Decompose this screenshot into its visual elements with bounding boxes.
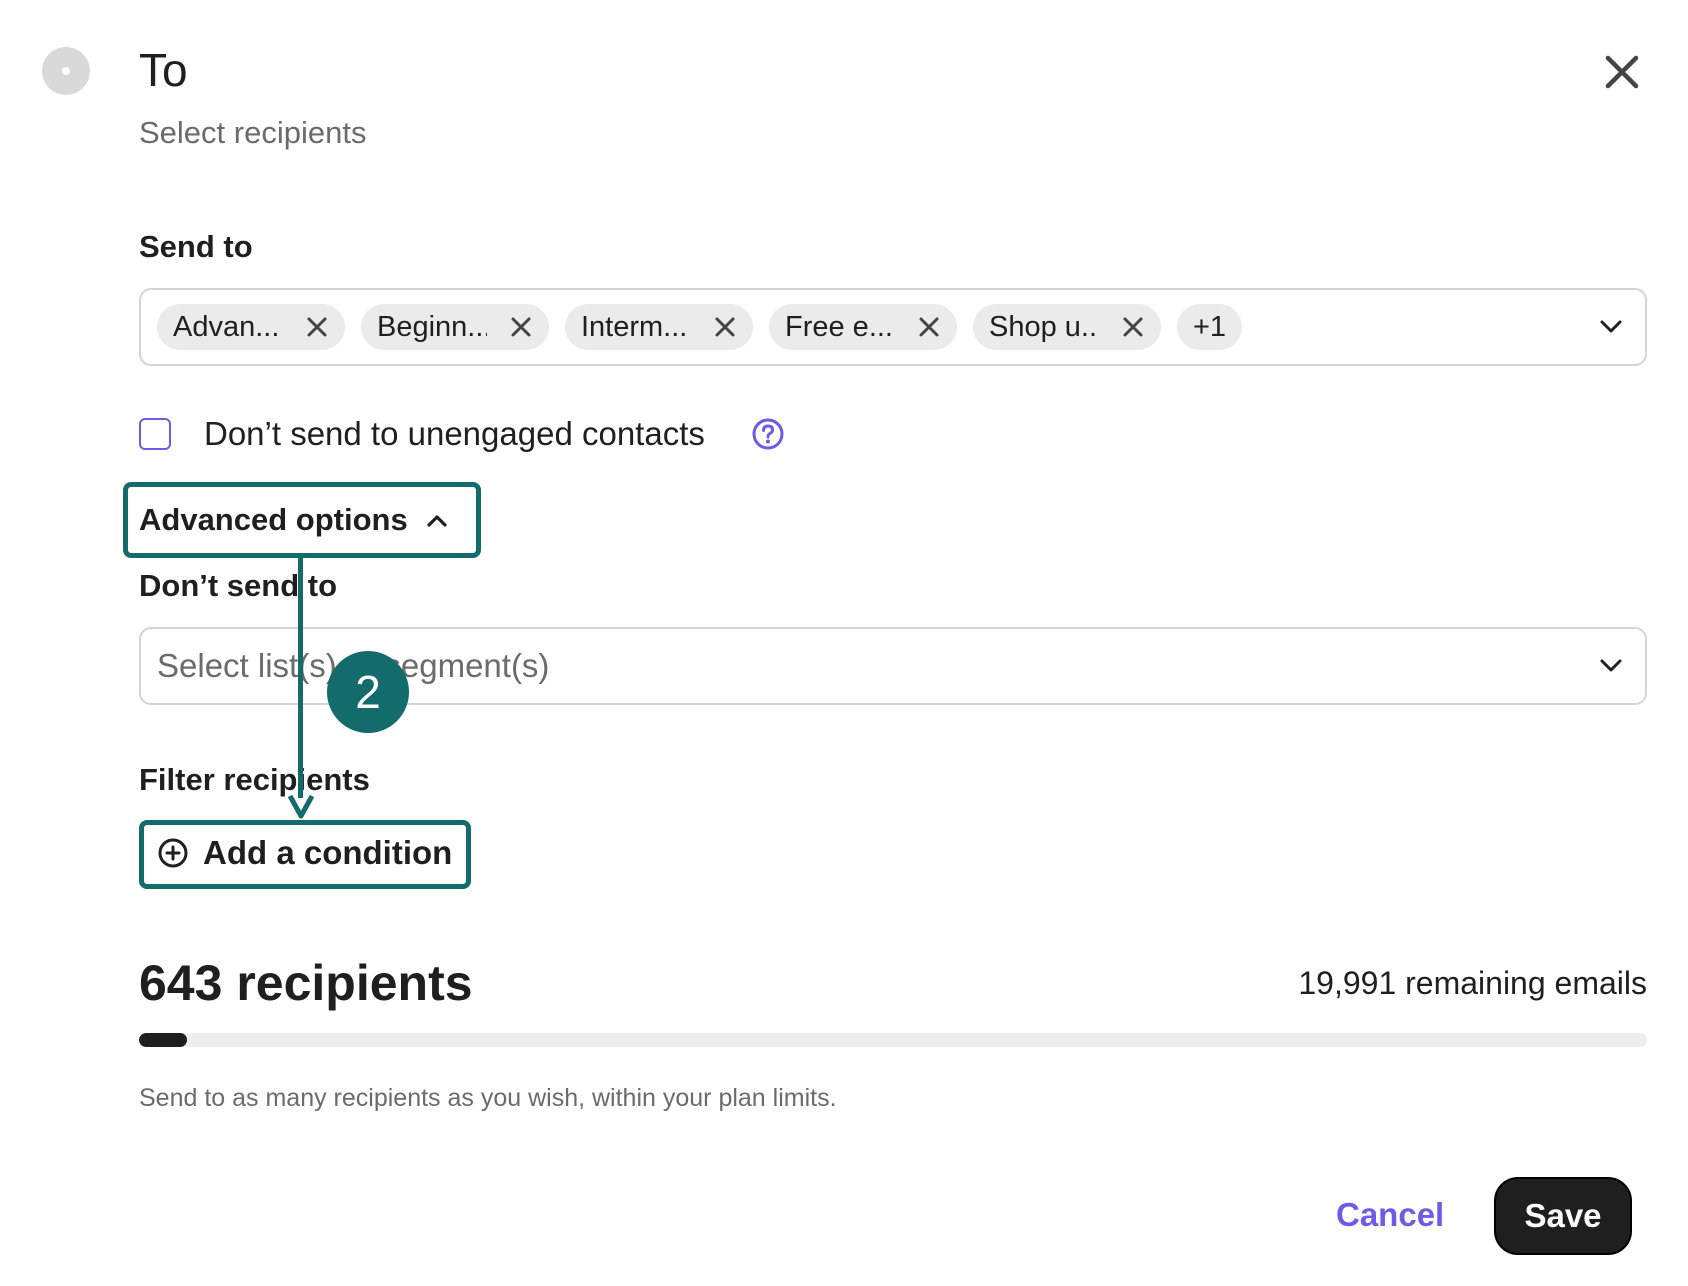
help-icon[interactable] [751,417,785,451]
more-chips-badge[interactable]: +1 [1177,304,1243,350]
step-dot-center [62,67,70,75]
dont-send-to-label: Don’t send to [139,568,338,603]
plus-circle-icon [158,838,188,868]
recipient-chip: Shop u... [973,304,1161,350]
add-condition-button[interactable]: Add a condition [157,834,452,872]
annotation-step-badge: 2 [327,651,409,733]
recipient-chip: Beginn... [361,304,549,350]
recipient-chip: Advan... [157,304,345,350]
arrow-down-icon [287,794,315,819]
remove-chip-icon[interactable] [509,315,533,339]
unengaged-checkbox[interactable] [139,418,171,450]
advanced-options-toggle[interactable]: Advanced options [139,500,448,540]
annotation-arrow-line [298,558,303,798]
advanced-options-label: Advanced options [139,502,408,537]
close-icon[interactable] [1598,48,1646,96]
dialog-subtitle: Select recipients [139,115,367,150]
usage-progress-fill [139,1033,188,1047]
remove-chip-icon[interactable] [305,315,329,339]
recipient-chip: Interm... [565,304,753,350]
chip-label: Beginn... [377,310,487,343]
plan-limit-hint: Send to as many recipients as you wish, … [139,1084,837,1112]
remove-chip-icon[interactable] [713,315,737,339]
usage-progress-bar [139,1033,1647,1047]
step-indicator [42,47,90,95]
remove-chip-icon[interactable] [1121,315,1145,339]
send-to-select[interactable]: Advan... Beginn... Interm... Free e... S… [139,288,1647,366]
send-to-label: Send to [139,229,253,264]
recipient-chip: Free e... [769,304,957,350]
chip-label: Advan... [173,310,280,343]
chevron-down-icon [1600,659,1622,672]
cancel-button[interactable]: Cancel [1336,1196,1444,1234]
recipient-count: 643 recipients [139,955,473,1011]
filter-recipients-label: Filter recipients [139,762,370,797]
chip-label: Shop u... [989,310,1099,343]
chevron-down-icon [1600,320,1622,333]
unengaged-label: Don’t send to unengaged contacts [204,415,705,452]
add-condition-label: Add a condition [203,834,453,871]
chevron-up-icon [427,515,447,527]
chip-label: Free e... [785,310,893,343]
remove-chip-icon[interactable] [917,315,941,339]
chip-label: Interm... [581,310,688,343]
save-button[interactable]: Save [1494,1177,1632,1255]
remaining-emails: 19,991 remaining emails [1298,965,1647,1001]
dialog-title: To [139,44,188,96]
